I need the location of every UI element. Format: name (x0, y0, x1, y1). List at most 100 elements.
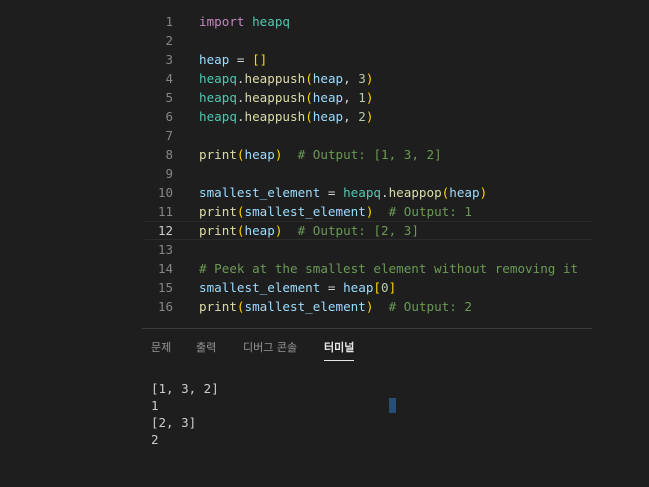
code-token: import (199, 14, 245, 29)
code-line[interactable]: print(smallest_element) # Output: 1 (199, 202, 472, 221)
code-token: ) (479, 185, 488, 200)
code-token: ( (305, 71, 313, 86)
terminal-line: [1, 3, 2] (151, 381, 219, 396)
code-token: smallest_element (244, 299, 366, 314)
code-line[interactable]: print(smallest_element) # Output: 2 (199, 297, 472, 316)
terminal-line: [2, 3] (151, 415, 197, 430)
code-token: ( (236, 299, 245, 314)
code-token: smallest_element (199, 280, 321, 295)
code-line[interactable]: print(heap) # Output: [2, 3] (199, 221, 419, 240)
line-number: 1 (165, 14, 173, 29)
code-token: ( (236, 147, 245, 162)
code-line[interactable]: smallest_element = heap[0] (199, 278, 396, 297)
code-token: , (343, 90, 359, 105)
code-token: heappop (388, 185, 442, 200)
code-token: print (199, 147, 237, 162)
line-number: 7 (165, 128, 173, 143)
code-token: . (236, 71, 245, 86)
code-token: 3 (358, 71, 366, 86)
code-token: = (229, 52, 253, 67)
code-token: heap (312, 109, 344, 124)
code-token: ( (305, 90, 313, 105)
code-token: heapq (199, 71, 237, 86)
code-token: heappush (244, 71, 306, 86)
code-token: ( (305, 109, 313, 124)
code-token: . (236, 90, 245, 105)
line-number: 3 (165, 52, 173, 67)
code-token: heap (244, 223, 275, 238)
code-token: heapq (199, 109, 237, 124)
code-line[interactable]: smallest_element = heapq.heappop(heap) (199, 183, 487, 202)
code-token: print (199, 299, 237, 314)
code-token: # Output: 2 (388, 299, 473, 314)
code-token: 0 (381, 280, 389, 295)
code-token: ) (365, 109, 374, 124)
code-token: 2 (358, 109, 366, 124)
code-token: ( (236, 223, 245, 238)
terminal-line: 1 (151, 398, 159, 413)
line-number: 4 (165, 71, 173, 86)
code-token: [ (373, 280, 382, 295)
code-token: heapq (199, 90, 237, 105)
tab-debug-console[interactable]: 디버그 콘솔 (243, 340, 297, 356)
line-number: 9 (165, 166, 173, 181)
code-token: ) (365, 71, 374, 86)
line-number: 2 (165, 33, 173, 48)
code-line[interactable]: heapq.heappush(heap, 3) (199, 69, 373, 88)
code-token: # Output: 1 (388, 204, 473, 219)
tab-output[interactable]: 출력 (196, 340, 216, 356)
code-token: . (236, 109, 245, 124)
code-token: , (343, 71, 359, 86)
code-token: 1 (358, 90, 366, 105)
code-token: heapq (343, 185, 381, 200)
code-token: = (320, 185, 344, 200)
code-token: ( (236, 204, 245, 219)
code-token: # Output: [1, 3, 2] (297, 147, 442, 162)
code-token: = (320, 280, 344, 295)
line-number: 11 (157, 204, 173, 219)
code-token: heap (199, 52, 230, 67)
code-token: heap (449, 185, 480, 200)
code-line[interactable]: heapq.heappush(heap, 2) (199, 107, 373, 126)
code-token: smallest_element (199, 185, 321, 200)
code-token: , (343, 109, 359, 124)
terminal-cursor (389, 398, 396, 413)
code-token: print (199, 223, 237, 238)
panel-divider (142, 328, 592, 329)
code-token: smallest_element (244, 204, 366, 219)
code-token: print (199, 204, 237, 219)
code-editor[interactable]: 1 import heapq 2 3 heap = [] 4 heapq.heappush(… (0, 12, 649, 328)
code-token: heap (244, 147, 275, 162)
code-token: heap (312, 90, 344, 105)
line-number: 16 (157, 299, 173, 314)
code-token: ) (365, 90, 374, 105)
tab-terminal[interactable]: 터미널 (324, 340, 355, 361)
terminal-line: 2 (151, 432, 159, 447)
code-line[interactable]: # Peek at the smallest element without r… (199, 259, 578, 278)
code-token: . (381, 185, 389, 200)
line-number: 5 (165, 90, 173, 105)
code-line[interactable]: heapq.heappush(heap, 1) (199, 88, 373, 107)
line-number: 10 (157, 185, 173, 200)
code-line[interactable]: import heapq (199, 12, 290, 31)
code-line[interactable]: print(heap) # Output: [1, 3, 2] (199, 145, 442, 164)
code-token: heapq (252, 14, 291, 29)
code-line[interactable]: heap = [] (199, 50, 267, 69)
code-token: ] (388, 280, 397, 295)
line-number: 14 (157, 261, 173, 276)
line-number: 12 (157, 223, 173, 238)
line-number: 15 (157, 280, 173, 295)
code-token: [] (252, 52, 268, 67)
line-number: 8 (165, 147, 173, 162)
code-token: heappush (244, 109, 306, 124)
terminal-output[interactable]: [1, 3, 2] 1 [2, 3] 2 (151, 380, 219, 448)
tab-problems[interactable]: 문제 (151, 340, 171, 356)
code-token: # Peek at the smallest element without r… (199, 261, 579, 276)
code-token: heap (312, 71, 344, 86)
code-token: # Output: [2, 3] (297, 223, 419, 238)
